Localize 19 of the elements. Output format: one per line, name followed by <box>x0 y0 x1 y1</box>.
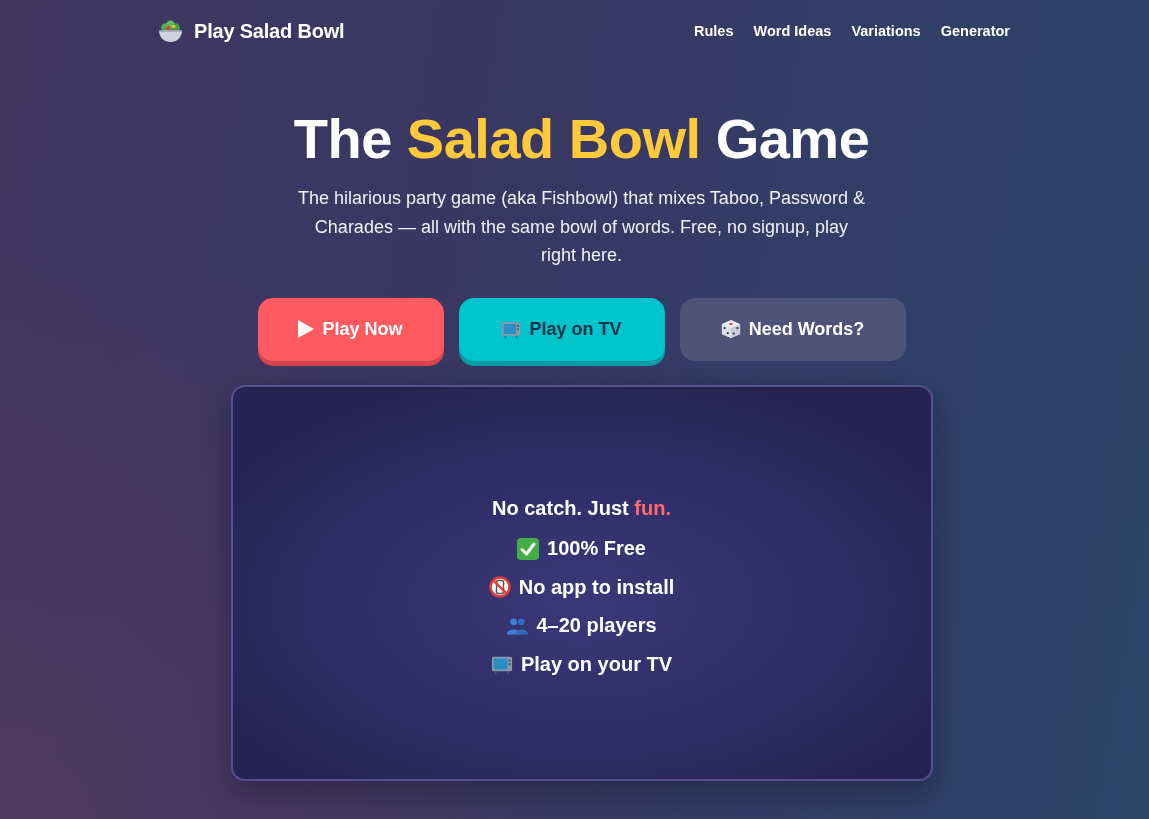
tv-icon <box>501 319 522 339</box>
brand-name[interactable]: Play Salad Bowl <box>194 19 345 43</box>
nav-link[interactable]: Generator <box>940 23 1010 39</box>
nav-link[interactable]: Rules <box>694 23 734 39</box>
salad-bowl-icon <box>158 19 183 43</box>
card-heading: No catch. Just fun. <box>492 495 671 521</box>
need-words-button[interactable]: Need Words? <box>679 297 906 361</box>
dice-icon <box>720 319 741 339</box>
hero-title: The Salad Bowl Game <box>293 106 870 172</box>
nav-link[interactable]: Variations <box>851 23 921 39</box>
nav-link[interactable]: Word Ideas <box>753 23 832 39</box>
check-icon <box>517 537 539 560</box>
hero-subtitle: The hilarious party game (aka Fishbowl) that mixes Taboo, Password & Charades — all with the same bowl of words. Free, no signup, play right here. <box>297 187 866 267</box>
feature-text: 100% Free <box>547 537 646 561</box>
feature-text: Play on your TV <box>520 652 673 676</box>
no-phone-icon <box>488 576 511 599</box>
play-icon <box>298 320 315 338</box>
feature-text: No app to install <box>518 575 675 599</box>
feature-text: 4–20 players <box>536 614 657 638</box>
